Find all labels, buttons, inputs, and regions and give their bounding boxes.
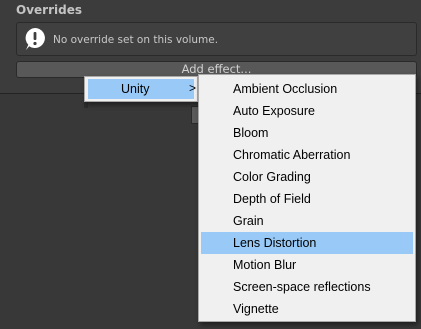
info-icon — [25, 28, 45, 50]
menu-item-grain[interactable]: Grain — [201, 210, 413, 232]
menu-item-bloom[interactable]: Bloom — [201, 122, 413, 144]
help-box: No override set on this volume. — [16, 22, 417, 56]
menu-item-unity[interactable]: Unity > — [88, 79, 197, 99]
menu-item-label: Unity — [121, 82, 150, 96]
menu-item-lens-distortion[interactable]: Lens Distortion — [201, 232, 413, 254]
menu-item-label: Lens Distortion — [233, 236, 317, 250]
menu-item-vignette[interactable]: Vignette — [201, 298, 413, 320]
menu-item-label: Vignette — [233, 302, 279, 316]
menu-item-auto-exposure[interactable]: Auto Exposure — [201, 100, 413, 122]
menu-item-label: Bloom — [233, 126, 269, 140]
menu-item-color-grading[interactable]: Color Grading — [201, 166, 413, 188]
help-box-message: No override set on this volume. — [53, 34, 219, 46]
chevron-right-icon: > — [189, 81, 197, 95]
menu-item-chromatic-aberration[interactable]: Chromatic Aberration — [201, 144, 413, 166]
effect-submenu: Ambient Occlusion Auto Exposure Bloom Ch… — [198, 74, 416, 322]
effect-category-menu: Unity > — [84, 76, 198, 102]
menu-item-screen-space-reflections[interactable]: Screen-space reflections — [201, 276, 413, 298]
menu-item-label: Chromatic Aberration — [233, 148, 351, 162]
menu-item-label: Auto Exposure — [233, 104, 315, 118]
menu-item-label: Ambient Occlusion — [233, 82, 338, 96]
menu-item-label: Depth of Field — [233, 192, 311, 206]
menu-item-label: Grain — [233, 214, 264, 228]
menu-item-label: Screen-space reflections — [233, 280, 371, 294]
menu-item-ambient-occlusion[interactable]: Ambient Occlusion — [201, 78, 413, 100]
menu-item-label: Motion Blur — [233, 258, 297, 272]
menu-item-motion-blur[interactable]: Motion Blur — [201, 254, 413, 276]
menu-item-depth-of-field[interactable]: Depth of Field — [201, 188, 413, 210]
menu-shadow — [84, 102, 88, 108]
overrides-header: Overrides — [16, 3, 82, 17]
menu-item-label: Color Grading — [233, 170, 311, 184]
